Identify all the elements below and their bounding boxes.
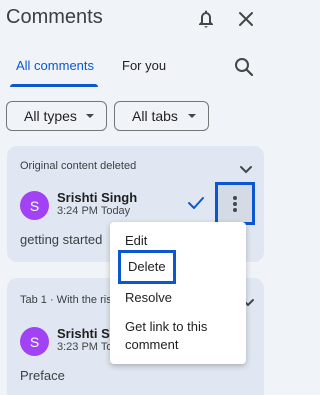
tab-all-comments[interactable]: All comments	[16, 58, 94, 73]
bell-icon[interactable]	[195, 8, 217, 30]
filter-all-tabs[interactable]: All tabs	[114, 101, 209, 131]
comment-time: 3:24 PM Today	[57, 205, 131, 217]
comment-text: Preface	[20, 368, 65, 383]
active-tab-indicator	[10, 84, 98, 87]
comment-text: getting started	[20, 232, 103, 247]
menu-item-edit[interactable]: Edit	[125, 232, 147, 250]
menu-item-get-link-continued[interactable]: comment	[125, 336, 178, 354]
panel-title: Comments	[6, 6, 103, 28]
comments-header: Comments	[0, 0, 286, 40]
close-icon[interactable]	[235, 8, 257, 30]
filter-all-types-label: All types	[24, 108, 77, 124]
menu-item-resolve[interactable]: Resolve	[125, 289, 172, 307]
comment-context-menu: Edit Delete Resolve Get link to this com…	[110, 222, 246, 364]
comment-author: Srishti Si	[57, 326, 114, 341]
avatar: S	[20, 191, 49, 220]
more-options-button[interactable]	[215, 182, 255, 225]
avatar: S	[20, 327, 49, 356]
resolve-check-icon[interactable]	[187, 196, 205, 210]
comment-author: Srishti Singh	[57, 190, 138, 205]
menu-item-get-link[interactable]: Get link to this	[125, 318, 207, 336]
search-icon[interactable]	[233, 56, 255, 78]
thread-title: Tab 1 · With the ris	[20, 294, 112, 306]
filter-all-types[interactable]: All types	[6, 101, 107, 131]
thread-title: Original content deleted	[20, 160, 137, 172]
caret-down-icon	[188, 114, 196, 118]
comment-time: 3:23 PM To	[57, 341, 113, 353]
chevron-down-icon[interactable]	[239, 162, 253, 174]
caret-down-icon	[86, 114, 94, 118]
tab-for-you[interactable]: For you	[122, 58, 166, 73]
filter-all-tabs-label: All tabs	[132, 108, 178, 124]
menu-item-delete[interactable]: Delete	[118, 250, 176, 284]
more-vert-icon	[233, 195, 237, 212]
